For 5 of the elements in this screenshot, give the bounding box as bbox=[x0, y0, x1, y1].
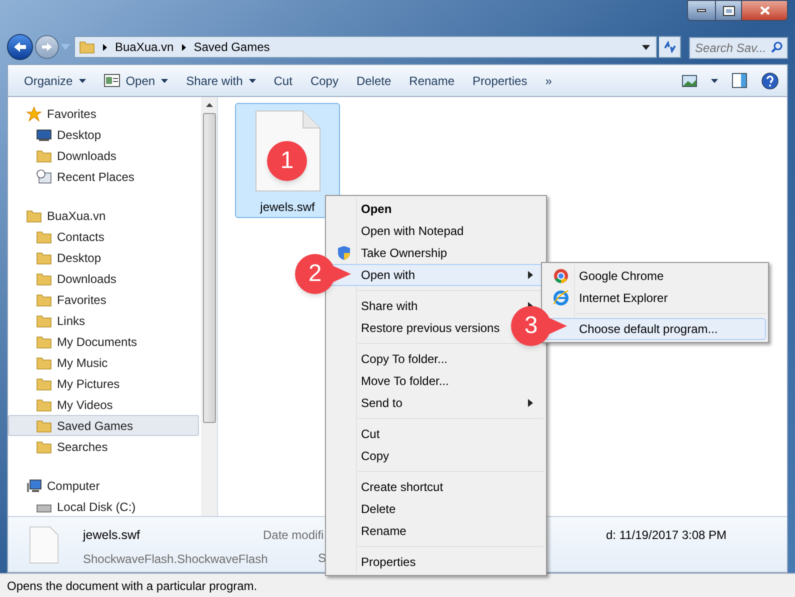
detail-value: d: 11/19/2017 3:08 PM bbox=[606, 527, 727, 544]
status-text: Opens the document with a particular program. bbox=[7, 578, 258, 594]
file-name: jewels.swf bbox=[260, 199, 315, 216]
detail-label: Date modifi bbox=[263, 527, 323, 544]
file-name: jewels.swf bbox=[83, 527, 141, 544]
